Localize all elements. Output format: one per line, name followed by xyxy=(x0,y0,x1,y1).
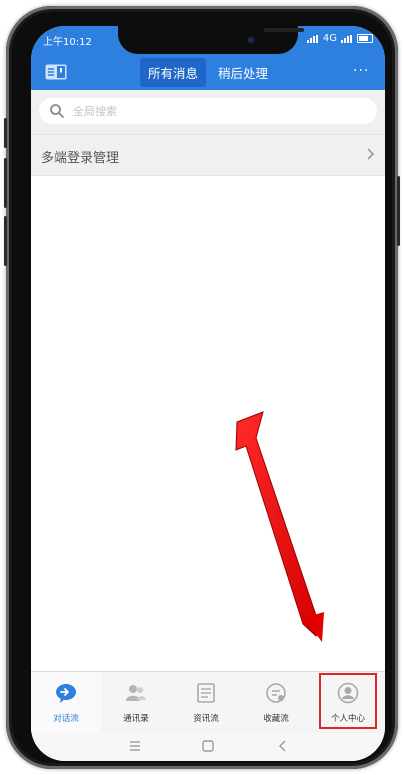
power-button xyxy=(397,176,400,246)
battery-icon xyxy=(357,34,373,43)
home-icon[interactable] xyxy=(200,738,216,754)
tab-later[interactable]: 稍后处理 xyxy=(210,58,276,87)
nav-label: 通讯录 xyxy=(123,714,149,724)
system-nav-bar xyxy=(31,733,385,761)
nav-item-news[interactable]: 资讯流 xyxy=(171,672,241,734)
highlight-box xyxy=(319,673,377,729)
volume-button xyxy=(4,158,7,208)
header-tabs: 所有消息 稍后处理 xyxy=(31,54,385,90)
volume-button xyxy=(4,216,7,266)
nav-item-contacts[interactable]: 通讯录 xyxy=(101,672,171,734)
nav-label: 收藏流 xyxy=(263,714,289,724)
app-header: 所有消息 稍后处理 ··· xyxy=(31,54,385,90)
network-label: 4G xyxy=(322,33,337,44)
nav-item-chat[interactable]: 对话流 xyxy=(31,672,101,734)
signal-icon xyxy=(306,34,319,43)
screen: 上午10:12 4G 所有消息 稍后处理 ··· 全局搜索 多端登录管理 对话流… xyxy=(31,26,385,761)
speaker-grille xyxy=(264,28,304,32)
list-item-label: 多端登录管理 xyxy=(41,151,120,166)
favorites-icon xyxy=(266,683,286,703)
nav-label: 资讯流 xyxy=(193,714,219,724)
notch xyxy=(118,26,304,54)
nav-item-favorites[interactable]: 收藏流 xyxy=(241,672,311,734)
message-list-empty xyxy=(31,176,385,671)
back-icon[interactable] xyxy=(275,738,291,754)
tab-all-messages[interactable]: 所有消息 xyxy=(139,57,206,87)
menu-icon[interactable] xyxy=(127,738,143,754)
search-icon xyxy=(50,104,64,118)
status-indicators: 4G xyxy=(306,33,373,44)
camera-icon xyxy=(246,35,256,45)
nav-label: 对话流 xyxy=(53,714,79,724)
more-icon[interactable]: ··· xyxy=(353,64,369,78)
list-item-multi-login[interactable]: 多端登录管理 xyxy=(31,134,385,176)
chat-icon xyxy=(56,684,76,703)
phone-frame: 上午10:12 4G 所有消息 稍后处理 ··· 全局搜索 多端登录管理 对话流… xyxy=(4,6,400,769)
search-input[interactable]: 全局搜索 xyxy=(39,98,377,124)
search-bar: 全局搜索 xyxy=(31,90,385,134)
contacts-icon xyxy=(126,685,146,701)
volume-button xyxy=(4,118,7,148)
search-placeholder: 全局搜索 xyxy=(73,105,117,118)
news-icon xyxy=(197,683,215,703)
status-time: 上午10:12 xyxy=(43,37,92,48)
chevron-right-icon xyxy=(367,148,375,160)
wifi-icon xyxy=(341,34,353,43)
